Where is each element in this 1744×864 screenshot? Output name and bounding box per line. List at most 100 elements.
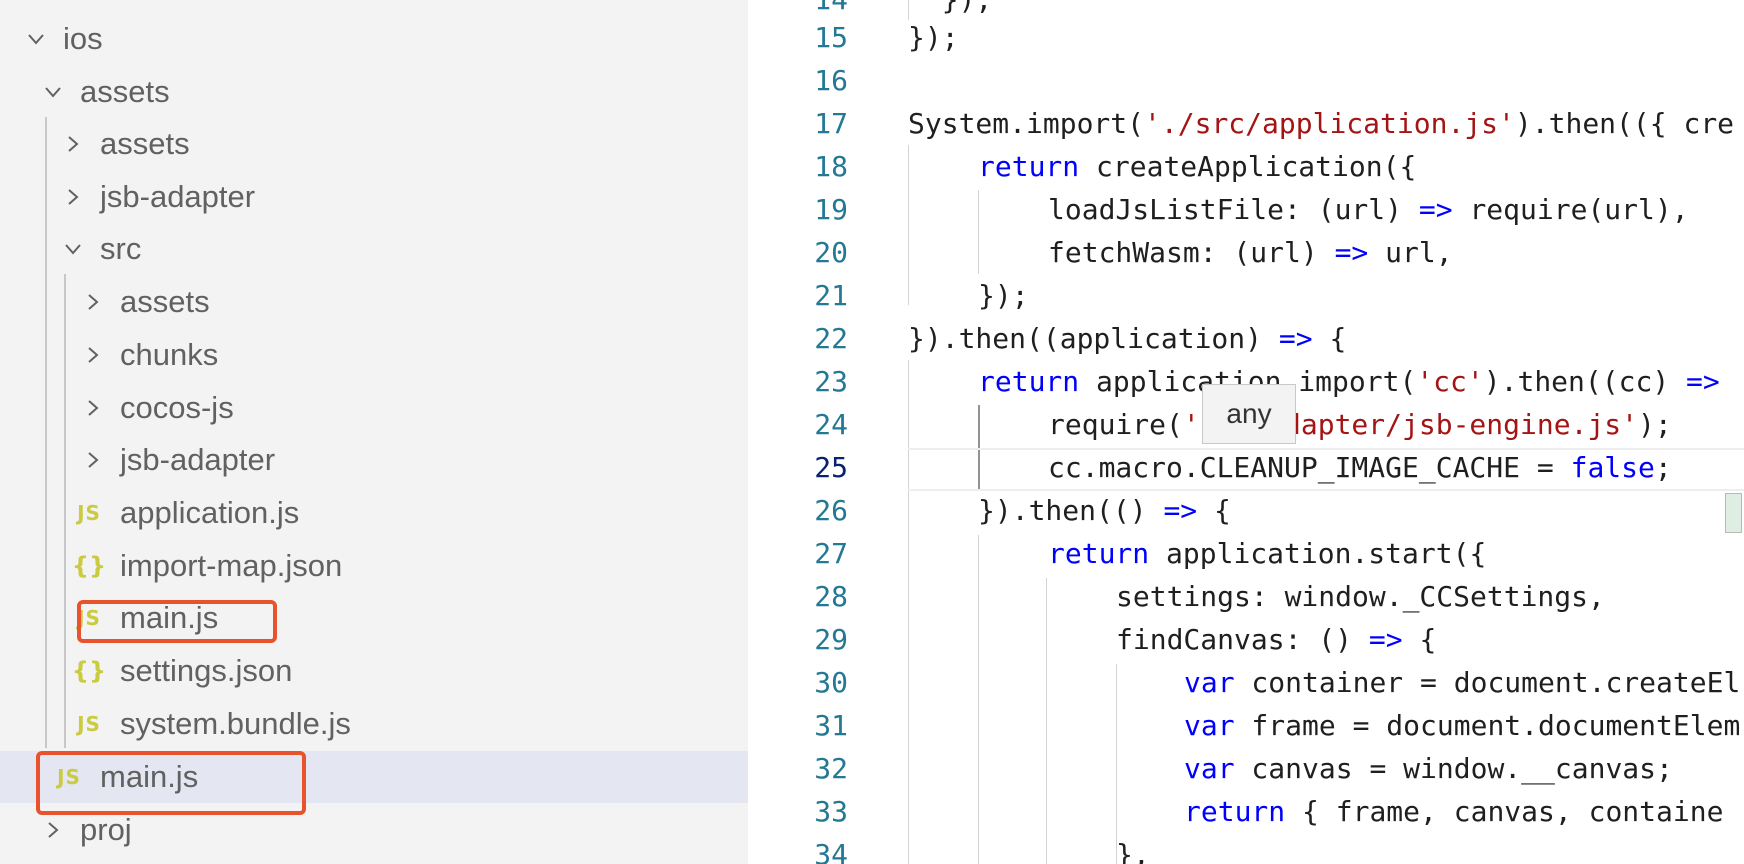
tree-folder-chunks[interactable]: chunks — [0, 329, 748, 381]
tree-item-label: assets — [120, 284, 210, 319]
tree-item-label: assets — [100, 126, 190, 161]
chevron-down-icon — [62, 234, 84, 264]
code-text: System.import('./src/application.js').th… — [908, 107, 1735, 140]
tree-folder-assets[interactable]: assets — [0, 276, 748, 328]
line-number: 20 — [814, 236, 848, 269]
code-line: 31 var frame = document.documentElem — [748, 704, 1744, 747]
code-text: }).then((application) => { — [908, 322, 1347, 355]
tree-item-label: settings.json — [120, 653, 293, 688]
code-text: findCanvas: () => { — [1116, 623, 1437, 656]
code-text: var canvas = window.__canvas; — [1184, 752, 1673, 785]
tree-item-label: import-map.json — [120, 548, 343, 583]
chevron-down-icon — [42, 77, 64, 107]
annotation-highlight-box — [77, 600, 277, 643]
tree-folder-src[interactable]: src — [0, 223, 748, 275]
code-line: 19 loadJsListFile: (url) => require(url)… — [748, 188, 1744, 231]
code-text: }); — [978, 279, 1029, 312]
tree-item-label: chunks — [120, 337, 219, 372]
json-file-icon: {} — [71, 552, 107, 580]
tree-item-label: proj — [80, 812, 132, 847]
code-text: return application.start({ — [1048, 537, 1487, 570]
hover-tooltip: any — [1202, 384, 1296, 444]
chevron-right-icon — [62, 129, 84, 159]
code-line: 25 cc.macro.CLEANUP_IMAGE_CACHE = false; — [748, 446, 1744, 489]
tree-item-label: jsb-adapter — [100, 179, 256, 214]
line-number: 33 — [814, 795, 848, 828]
code-line: 20 fetchWasm: (url) => url, — [748, 231, 1744, 274]
line-number: 24 — [814, 408, 848, 441]
code-line: 27 return application.start({ — [748, 532, 1744, 575]
code-line: 34 }, — [748, 833, 1744, 864]
code-text: return createApplication({ — [978, 150, 1417, 183]
line-number: 15 — [814, 21, 848, 54]
tree-folder-ios[interactable]: ios — [0, 13, 748, 65]
tree-folder-cocos-js[interactable]: cocos-js — [0, 382, 748, 434]
tree-file-application-js[interactable]: JS application.js — [0, 487, 748, 539]
code-text: return { frame, canvas, containe — [1184, 795, 1724, 828]
tree-item-label: application.js — [120, 495, 300, 530]
line-number: 27 — [814, 537, 848, 570]
code-line: 33 return { frame, canvas, containe — [748, 790, 1744, 833]
chevron-right-icon — [82, 393, 104, 423]
code-text: require('jsb-adapter/jsb-engine.js'); — [1048, 408, 1672, 441]
code-line: 18 return createApplication({ — [748, 145, 1744, 188]
json-file-icon: {} — [71, 657, 107, 685]
chevron-right-icon — [82, 445, 104, 475]
line-number: 21 — [814, 279, 848, 312]
code-line: 22 }).then((application) => { — [748, 317, 1744, 360]
code-text: }); — [908, 0, 993, 16]
line-number: 32 — [814, 752, 848, 785]
chevron-right-icon — [82, 340, 104, 370]
tree-item-label: assets — [80, 74, 170, 109]
tree-item-label: src — [100, 231, 142, 266]
tree-folder-assets[interactable]: assets — [0, 118, 748, 170]
code-line: 26 }).then(() => { — [748, 489, 1744, 532]
annotation-highlight-box — [36, 751, 306, 815]
code-line: 32 var canvas = window.__canvas; — [748, 747, 1744, 790]
line-number: 14 — [748, 0, 848, 16]
tree-file-import-map-json[interactable]: {} import-map.json — [0, 540, 748, 592]
line-number: 22 — [814, 322, 848, 355]
line-number: 28 — [814, 580, 848, 613]
tree-item-label: jsb-adapter — [120, 442, 276, 477]
tree-folder-jsb-adapter[interactable]: jsb-adapter — [0, 434, 748, 486]
line-number: 17 — [814, 107, 848, 140]
code-line: 21 }); — [748, 274, 1744, 317]
tree-item-label: cocos-js — [120, 390, 234, 425]
code-text: var frame = document.documentElem — [1184, 709, 1741, 742]
code-line: 16 — [748, 59, 1744, 102]
line-number: 26 — [814, 494, 848, 527]
code-line: 29 findCanvas: () => { — [748, 618, 1744, 661]
chevron-down-icon — [25, 24, 47, 54]
line-number: 30 — [814, 666, 848, 699]
tree-file-settings-json[interactable]: {} settings.json — [0, 645, 748, 697]
code-text: }, — [1116, 838, 1150, 864]
js-file-icon: JS — [77, 501, 101, 525]
line-number: 34 — [814, 838, 848, 864]
code-text: cc.macro.CLEANUP_IMAGE_CACHE = false; — [1048, 451, 1672, 484]
chevron-right-icon — [82, 287, 104, 317]
tree-folder-assets[interactable]: assets — [0, 66, 748, 118]
chevron-right-icon — [42, 815, 64, 845]
code-text: fetchWasm: (url) => url, — [1048, 236, 1453, 269]
tree-folder-jsb-adapter[interactable]: jsb-adapter — [0, 171, 748, 223]
line-number-active: 25 — [814, 451, 848, 484]
line-number: 18 — [814, 150, 848, 183]
code-line: 17 System.import('./src/application.js')… — [748, 102, 1744, 145]
line-number: 23 — [814, 365, 848, 398]
chevron-right-icon — [62, 182, 84, 212]
code-text: }).then(() => { — [978, 494, 1231, 527]
code-text: return application.import('cc').then((cc… — [978, 365, 1720, 398]
code-line: 15 }); — [748, 16, 1744, 59]
code-line: 30 var container = document.createEl — [748, 661, 1744, 704]
line-number: 19 — [814, 193, 848, 226]
code-line: 28 settings: window._CCSettings, — [748, 575, 1744, 618]
js-file-icon: JS — [77, 712, 101, 736]
line-number: 29 — [814, 623, 848, 656]
tree-item-label: system.bundle.js — [120, 706, 351, 741]
tree-file-system-bundle-js[interactable]: JS system.bundle.js — [0, 698, 748, 750]
line-number: 16 — [814, 64, 848, 97]
line-number: 31 — [814, 709, 848, 742]
tree-item-label: ios — [63, 21, 103, 56]
code-text: var container = document.createEl — [1184, 666, 1741, 699]
